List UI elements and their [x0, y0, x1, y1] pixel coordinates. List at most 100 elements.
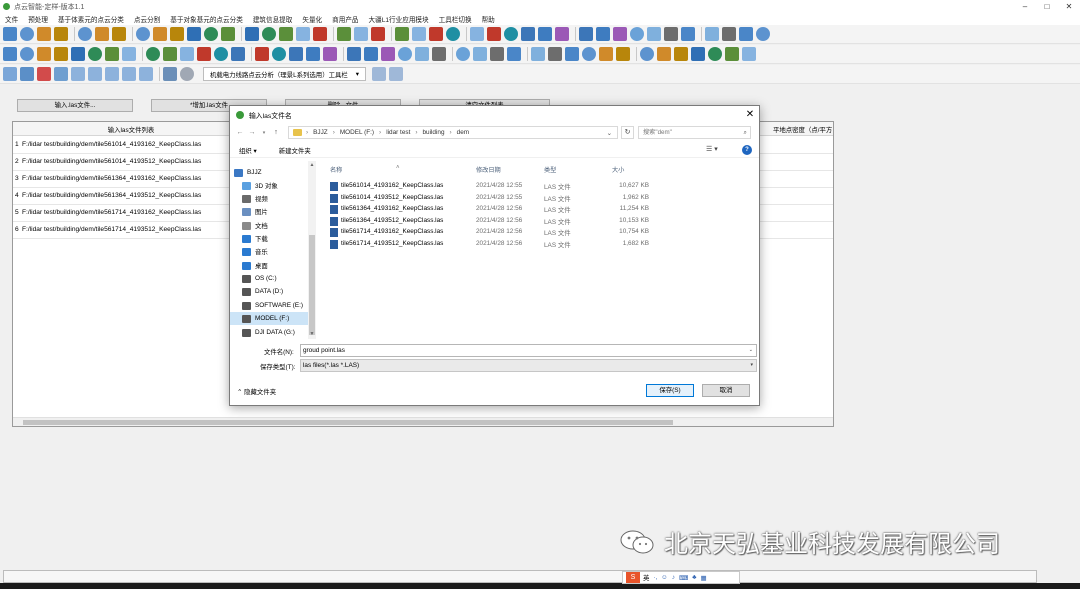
chevron-down-icon[interactable]: ▾: [750, 360, 753, 371]
tool-icon[interactable]: [54, 47, 68, 61]
tool-icon[interactable]: [37, 47, 51, 61]
measure-icon[interactable]: [54, 67, 68, 81]
breadcrumb-lidar-test[interactable]: lidar test: [386, 129, 410, 136]
tool-icon[interactable]: [354, 27, 368, 41]
globe-icon[interactable]: [180, 67, 194, 81]
tool-icon[interactable]: [691, 47, 705, 61]
navigation-scrollbar-thumb[interactable]: [309, 235, 315, 335]
tool-icon[interactable]: [742, 47, 756, 61]
report-icon[interactable]: [371, 67, 386, 81]
tool-icon[interactable]: [95, 27, 109, 41]
keyboard-icon[interactable]: ⌨: [679, 574, 688, 582]
scroll-up-icon[interactable]: ▲: [308, 162, 316, 168]
view-options-icon[interactable]: ☰ ▾: [706, 145, 718, 153]
profile-icon[interactable]: [71, 67, 85, 81]
column-size[interactable]: 大小: [612, 165, 624, 174]
navigation-scrollbar[interactable]: ▲ ▼: [308, 161, 316, 339]
tool-icon[interactable]: [122, 47, 136, 61]
cube-icon[interactable]: [20, 67, 34, 81]
tool-icon[interactable]: [470, 27, 484, 41]
emoji-icon[interactable]: ☺: [661, 574, 668, 581]
breadcrumb-model[interactable]: MODEL (F:): [340, 129, 374, 136]
tool-icon[interactable]: [3, 27, 17, 41]
nav-item-3d-objects[interactable]: 3D 对象: [242, 179, 314, 192]
tool-icon[interactable]: [756, 27, 770, 41]
tool-icon[interactable]: [371, 27, 385, 41]
tool-icon[interactable]: [664, 27, 678, 41]
tool-icon[interactable]: [432, 47, 446, 61]
tool-icon[interactable]: [565, 47, 579, 61]
tool-icon[interactable]: [313, 27, 327, 41]
tool-icon[interactable]: [647, 27, 661, 41]
tool-icon[interactable]: [78, 27, 92, 41]
help-icon[interactable]: ?: [742, 145, 752, 155]
list-item[interactable]: tile561014_4193162_KeepClass.las 2021/4/2…: [324, 181, 756, 192]
nav-item-dji-g[interactable]: DJI DATA (G:): [242, 326, 314, 339]
nav-item-desktop[interactable]: 桌面: [242, 259, 314, 272]
tool-icon[interactable]: [579, 27, 593, 41]
menu-building-extract[interactable]: 建筑信息提取: [248, 14, 298, 24]
column-date[interactable]: 修改日期: [476, 165, 501, 174]
chevron-down-icon[interactable]: ⌄: [749, 345, 753, 356]
back-arrow-icon[interactable]: ←: [234, 129, 246, 136]
tool-icon[interactable]: [722, 27, 736, 41]
new-folder-button[interactable]: 新建文件夹: [279, 146, 311, 155]
nav-item-downloads[interactable]: 下载: [242, 232, 314, 245]
tool-icon[interactable]: [279, 27, 293, 41]
breadcrumb-building[interactable]: building: [422, 129, 444, 136]
input-las-button[interactable]: 输入.las文件...: [17, 99, 133, 112]
breadcrumb-dem[interactable]: dem: [457, 129, 469, 136]
line-icon[interactable]: [37, 67, 51, 81]
tool-icon[interactable]: [153, 27, 167, 41]
tool-icon[interactable]: [395, 27, 409, 41]
tool-icon[interactable]: [507, 47, 521, 61]
menu-products[interactable]: 商用产品: [327, 14, 363, 24]
forward-arrow-icon[interactable]: →: [246, 129, 258, 136]
tool-icon[interactable]: [429, 27, 443, 41]
tool-icon[interactable]: [705, 27, 719, 41]
mic-icon[interactable]: ♪: [672, 574, 675, 581]
menu-dji-l1[interactable]: 大疆L1行业应用模块: [364, 14, 434, 24]
tool-icon[interactable]: [262, 27, 276, 41]
grid-icon[interactable]: ▦: [700, 574, 706, 582]
organize-button[interactable]: 组织 ▾: [239, 146, 257, 155]
tool-icon[interactable]: [531, 47, 545, 61]
tool-icon[interactable]: [364, 47, 378, 61]
search-input[interactable]: 搜索"dem" ⌕: [638, 126, 751, 139]
menu-voxel-classify[interactable]: 基于体素元的点云分类: [53, 14, 129, 24]
tool-icon[interactable]: [337, 27, 351, 41]
filetype-select[interactable]: las files(*.las *.LAS) ▾: [300, 359, 757, 372]
tool-icon[interactable]: [596, 27, 610, 41]
nav-item-pictures[interactable]: 图片: [242, 205, 314, 218]
tool-icon[interactable]: [725, 47, 739, 61]
tool-icon[interactable]: [71, 47, 85, 61]
column-name[interactable]: 名称: [330, 165, 342, 174]
tool-icon[interactable]: [521, 27, 535, 41]
cancel-button[interactable]: 取消: [702, 384, 750, 397]
zoom-icon[interactable]: [3, 67, 17, 81]
tool-icon[interactable]: [708, 47, 722, 61]
tool-icon[interactable]: [613, 27, 627, 41]
tool-icon[interactable]: [347, 47, 361, 61]
export-icon[interactable]: [388, 67, 403, 81]
span-icon[interactable]: [122, 67, 136, 81]
tool-icon[interactable]: [20, 47, 34, 61]
scroll-down-icon[interactable]: ▼: [308, 331, 316, 337]
menu-preprocess[interactable]: 预处理: [23, 14, 53, 24]
refresh-icon[interactable]: ↻: [621, 126, 634, 139]
tower-icon[interactable]: [105, 67, 119, 81]
tool-icon[interactable]: [187, 27, 201, 41]
recent-chevron-icon[interactable]: ▾: [258, 130, 270, 136]
tool-icon[interactable]: [739, 27, 753, 41]
menu-help[interactable]: 帮助: [477, 14, 500, 24]
list-item[interactable]: tile561714_4193512_KeepClass.las 2021/4/2…: [324, 239, 756, 250]
tool-icon[interactable]: [323, 47, 337, 61]
menu-toolbar-switch[interactable]: 工具栏切换: [434, 14, 477, 24]
ime-toolbar[interactable]: S 英 ·, ☺ ♪ ⌨ ♣ ▦: [622, 571, 740, 584]
tool-icon[interactable]: [221, 27, 235, 41]
nav-item-bjjz[interactable]: BJJZ: [234, 166, 306, 179]
tool-icon[interactable]: [272, 47, 286, 61]
tool-icon[interactable]: [289, 47, 303, 61]
tool-icon[interactable]: [146, 47, 160, 61]
tool-icon[interactable]: [180, 47, 194, 61]
